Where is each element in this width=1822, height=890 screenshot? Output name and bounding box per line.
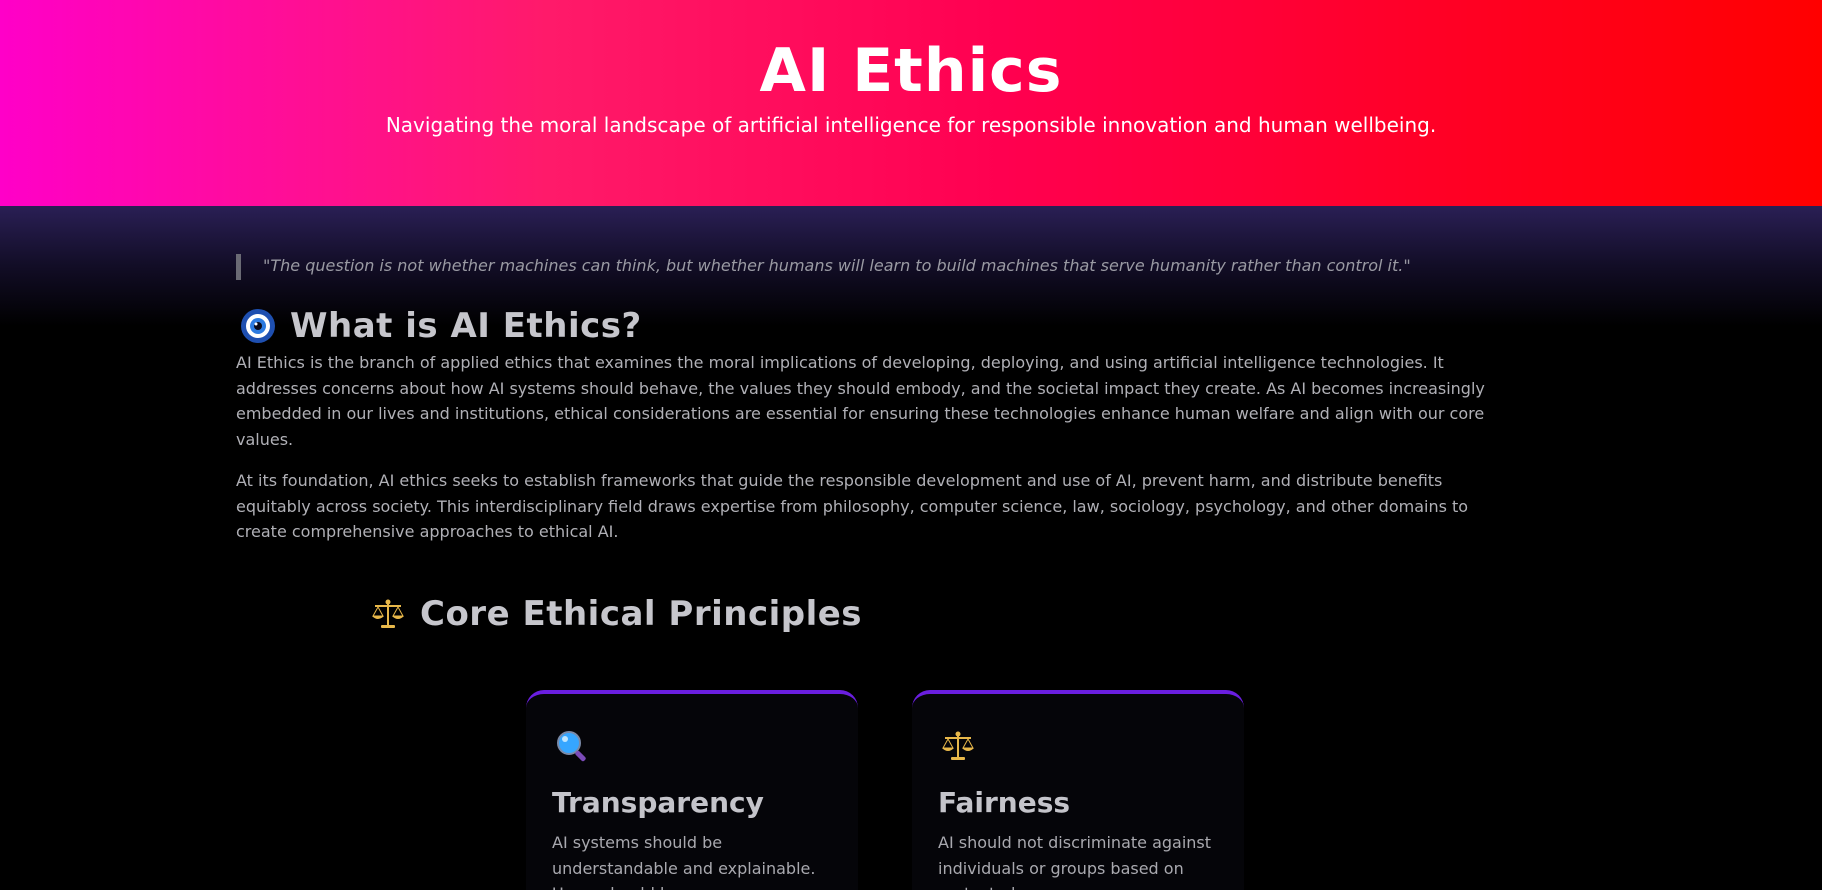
- page-subtitle: Navigating the moral landscape of artifi…: [385, 113, 1437, 137]
- scales-icon: [940, 728, 976, 764]
- magnifier-icon: [554, 728, 590, 764]
- what-is-title: What is AI Ethics?: [290, 306, 642, 346]
- page-title: AI Ethics: [759, 36, 1063, 106]
- card-description: AI should not discriminate against indiv…: [938, 833, 1212, 890]
- principle-card-transparency: Transparency AI systems should be unders…: [526, 690, 858, 890]
- principles-title: Core Ethical Principles: [420, 594, 863, 634]
- card-title: Transparency: [552, 786, 764, 819]
- intro-paragraph-1: AI Ethics is the branch of applied ethic…: [236, 353, 1485, 449]
- principles-section-header: Core Ethical Principles: [370, 592, 862, 636]
- eye-icon: [240, 308, 276, 344]
- scales-icon: [370, 596, 406, 632]
- card-description: AI systems should be understandable and …: [552, 833, 816, 890]
- principle-card-fairness: Fairness AI should not discriminate agai…: [912, 690, 1244, 890]
- hero-banner: AI Ethics Navigating the moral landscape…: [0, 0, 1822, 206]
- card-title: Fairness: [938, 786, 1071, 819]
- intro-quote: "The question is not whether machines ca…: [236, 254, 1536, 280]
- intro-paragraph-2: At its foundation, AI ethics seeks to es…: [236, 471, 1469, 541]
- what-is-section-header: What is AI Ethics?: [240, 304, 642, 348]
